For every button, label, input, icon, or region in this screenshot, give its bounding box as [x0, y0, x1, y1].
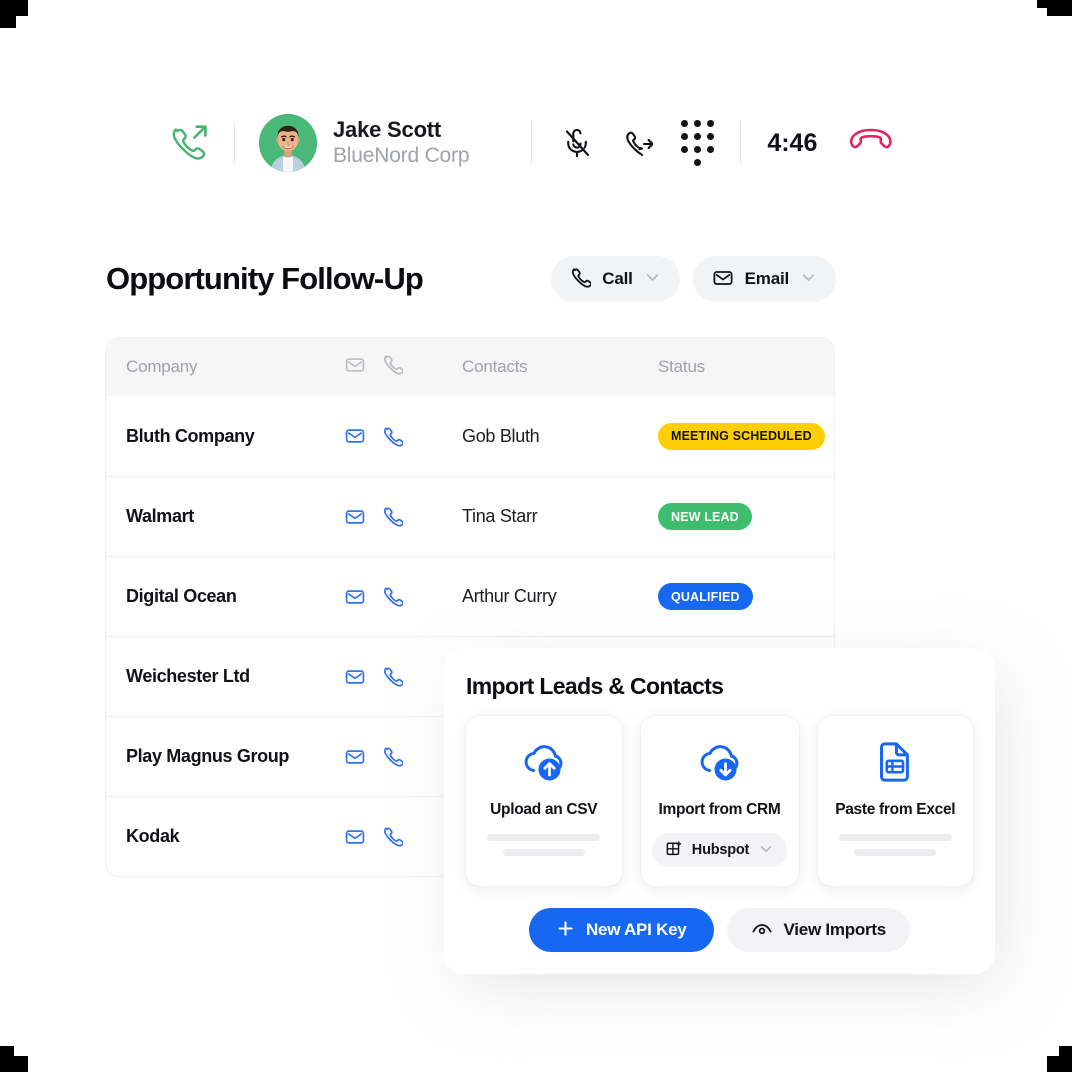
view-imports-button[interactable]: View Imports [726, 908, 911, 952]
import-card-label: Paste from Excel [835, 801, 956, 818]
cell-status: MEETING SCHEDULED [658, 422, 825, 450]
cell-status: NEW LEAD [658, 503, 814, 530]
cell-company: Kodak [126, 826, 180, 846]
mail-icon [712, 267, 734, 292]
import-card-label: Import from CRM [658, 801, 781, 818]
table-row[interactable]: Digital Ocean Arthur Curry QUALIFIED [106, 556, 834, 636]
column-header-contacts: Contacts [462, 357, 528, 376]
dialpad-icon [680, 120, 714, 166]
cell-status: QUALIFIED [658, 583, 814, 610]
row-call-button[interactable] [382, 826, 403, 847]
corner-mark-bottom-right [1044, 1044, 1072, 1072]
plus-icon [556, 919, 575, 941]
row-email-button[interactable] [344, 666, 366, 688]
column-header-mail-icon [344, 354, 382, 381]
chevron-down-icon [644, 269, 661, 289]
modal-actions: New API Key View Imports [466, 908, 973, 952]
placeholder-lines [478, 834, 610, 856]
row-call-button[interactable] [382, 586, 403, 607]
outbound-call-icon [168, 122, 210, 164]
status-badge: QUALIFIED [658, 583, 753, 610]
crm-provider-select[interactable]: Hubspot [651, 833, 788, 867]
cell-company: Play Magnus Group [126, 746, 290, 766]
status-badge: NEW LEAD [658, 503, 752, 530]
email-dropdown-label: Email [744, 269, 790, 288]
row-call-button[interactable] [382, 506, 403, 527]
active-call-bar: Jake Scott BlueNord Corp 4:46 [168, 112, 893, 174]
call-dropdown-button[interactable]: Call [551, 256, 680, 302]
email-dropdown-button[interactable]: Email [692, 256, 836, 302]
import-card-upload-csv[interactable]: Upload an CSV [466, 716, 622, 886]
chevron-down-icon [758, 841, 774, 860]
page-header: Opportunity Follow-Up Call Email [106, 256, 836, 302]
corner-mark-bottom-left [0, 1044, 28, 1072]
caller-name: Jake Scott [333, 117, 442, 143]
cloud-download-icon [696, 738, 744, 786]
column-header-status: Status [658, 357, 705, 376]
call-timer: 4:46 [767, 128, 818, 157]
column-header-company: Company [126, 357, 198, 376]
table-header-row: Company Contacts Status [106, 338, 834, 396]
new-api-key-label: New API Key [585, 920, 687, 939]
screenshot-canvas: Jake Scott BlueNord Corp 4:46 Opportunit… [0, 0, 1072, 1072]
import-modal: Import Leads & Contacts Upload an CSV Im… [444, 648, 995, 974]
column-header-phone-icon [382, 354, 462, 380]
row-call-button[interactable] [382, 746, 403, 767]
row-call-button[interactable] [382, 426, 403, 447]
crm-provider-label: Hubspot [691, 842, 750, 858]
import-options: Upload an CSV Import from CRM Hubspot Pa… [466, 716, 973, 886]
spreadsheet-document-icon [874, 738, 916, 786]
chevron-down-icon [800, 269, 817, 289]
dialpad-button[interactable] [680, 120, 714, 166]
divider [234, 122, 235, 164]
import-card-label: Upload an CSV [490, 801, 598, 818]
transfer-button[interactable] [620, 126, 654, 160]
header-actions: Call Email [551, 256, 836, 302]
phone-icon [570, 267, 593, 291]
status-badge: MEETING SCHEDULED [658, 422, 825, 450]
import-card-crm[interactable]: Import from CRM Hubspot [640, 716, 799, 886]
table-row[interactable]: Bluth Company Gob Bluth MEETING SCHEDULED [106, 396, 834, 476]
caller-organization: BlueNord Corp [333, 144, 470, 168]
divider [531, 122, 533, 164]
cell-company: Bluth Company [126, 425, 255, 446]
hangup-icon[interactable] [849, 127, 893, 160]
new-api-key-button[interactable]: New API Key [528, 908, 714, 952]
row-email-button[interactable] [344, 506, 366, 528]
microphone-muted-icon [561, 127, 593, 159]
modal-title: Import Leads & Contacts [466, 673, 724, 699]
cell-contact: Arthur Curry [462, 586, 557, 606]
row-email-button[interactable] [344, 586, 366, 608]
caller-info: Jake Scott BlueNord Corp [333, 117, 470, 168]
cell-company: Digital Ocean [126, 586, 237, 606]
eye-icon [751, 919, 773, 941]
view-imports-label: View Imports [783, 920, 887, 939]
cloud-upload-icon [520, 738, 568, 786]
row-email-button[interactable] [344, 826, 366, 848]
row-call-button[interactable] [382, 666, 403, 687]
call-transfer-icon [621, 127, 654, 159]
page-title: Opportunity Follow-Up [106, 261, 424, 296]
import-card-paste-excel[interactable]: Paste from Excel [817, 716, 973, 886]
cell-contact: Gob Bluth [462, 425, 540, 446]
placeholder-lines [830, 834, 962, 856]
row-email-button[interactable] [344, 425, 366, 447]
corner-mark-top-right [1037, 0, 1072, 28]
cell-contact: Tina Starr [462, 506, 538, 526]
cell-company: Walmart [126, 506, 194, 526]
table-row[interactable]: Walmart Tina Starr NEW LEAD [106, 476, 834, 556]
corner-mark-top-left [0, 0, 28, 28]
grid-plus-icon [665, 840, 683, 861]
call-controls [560, 120, 714, 166]
mute-button[interactable] [560, 126, 594, 160]
row-email-button[interactable] [344, 746, 366, 768]
call-dropdown-label: Call [602, 269, 633, 288]
avatar [259, 114, 317, 172]
cell-company: Weichester Ltd [126, 666, 250, 686]
divider [740, 122, 742, 164]
